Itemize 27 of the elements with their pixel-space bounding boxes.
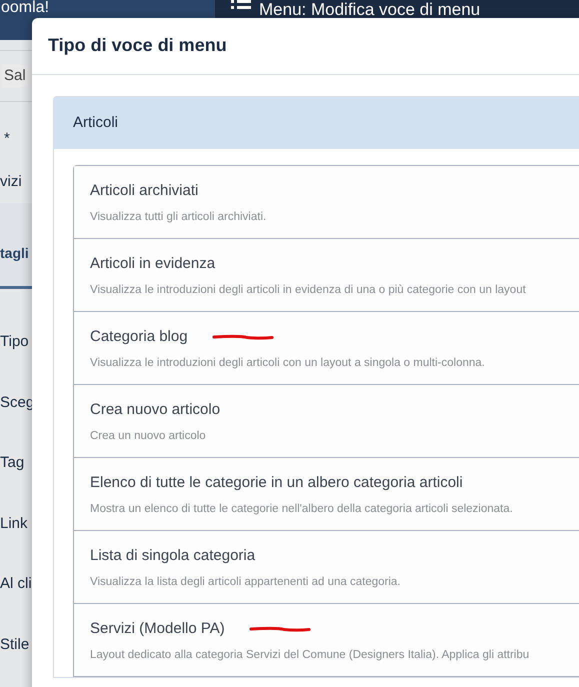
item-title: Servizi (Modello PA) <box>90 619 225 639</box>
item-title: Lista di singola categoria <box>90 546 256 566</box>
group-title: Articoli <box>73 112 118 133</box>
item-description: Crea un nuovo articolo <box>90 428 207 444</box>
item-title: Articoli archiviati <box>90 181 198 201</box>
item-title: Elenco di tutte le categorie in un albero categoria articoli <box>90 473 463 493</box>
form-label: Al cli <box>0 574 32 594</box>
list-icon <box>231 0 251 10</box>
item-description: Visualizza tutti gli articoli archiviati. <box>90 210 268 224</box>
form-label: Link <box>0 514 28 534</box>
form-label: * <box>4 129 10 149</box>
form-label: Tag <box>0 453 24 473</box>
page-title: Menu: Modifica voce di menu <box>259 1 480 18</box>
item-description: Visualizza le introduzioni degli articoli in evidenza di una o più categorie con un layout <box>90 282 527 298</box>
modal-title: Tipo di voce di menu <box>48 34 227 57</box>
form-label: Stile <box>0 634 30 654</box>
item-description: Visualizza le introduzioni degli articoli con un layout a singola o multi-colonna. <box>90 356 486 370</box>
logo-text: oomla! <box>1 0 50 16</box>
form-label: Tipo <box>0 332 29 352</box>
menu-type-item[interactable]: Articoli archiviati Visualizza tutti gli articoli archiviati. <box>74 166 579 239</box>
item-description: Mostra un elenco di tutte le categorie nell'albero della categoria articoli selezionata. <box>90 502 514 516</box>
form-label: vizi <box>0 172 22 192</box>
item-title: Articoli in evidenza <box>90 254 216 274</box>
item-description: Visualizza la lista degli articoli appartenenti ad una categoria. <box>90 574 402 590</box>
item-title: Crea nuovo articolo <box>90 400 220 420</box>
item-description: Layout dedicato alla categoria Servizi del Comune (Designers Italia). Applica gli attribu <box>90 648 530 662</box>
item-title: Categoria blog <box>90 327 188 347</box>
